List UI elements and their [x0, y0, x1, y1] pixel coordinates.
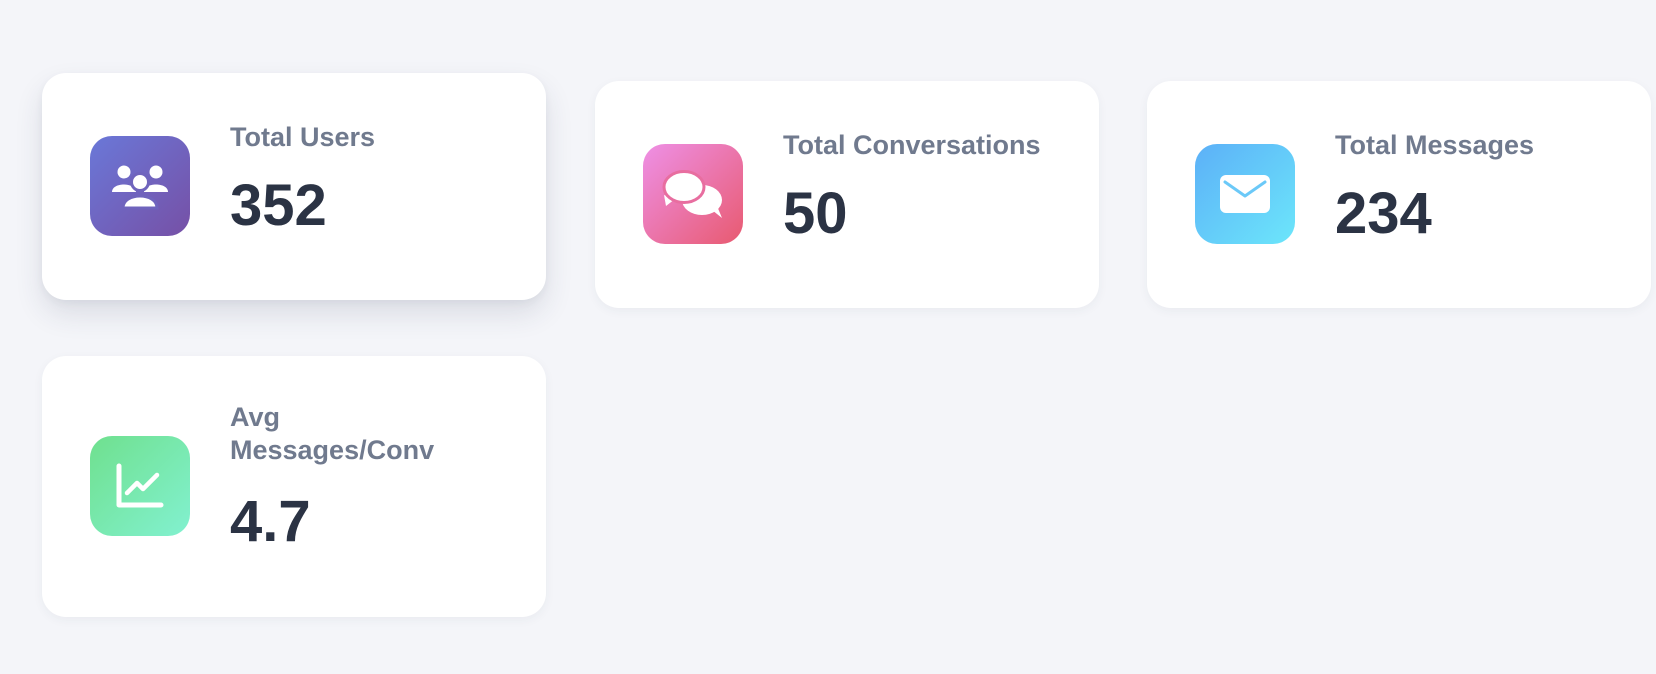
envelope-icon [1195, 144, 1295, 244]
stat-card-total-users: Total Users 352 [42, 73, 546, 300]
stat-label: Avg Messages/Conv [230, 402, 435, 465]
stat-card-total-conversations: Total Conversations 50 [595, 81, 1099, 308]
stat-value: 234 [1335, 181, 1432, 246]
stat-value: 4.7 [230, 489, 311, 554]
users-icon [90, 136, 190, 236]
stat-value: 352 [230, 173, 327, 238]
stat-label: Total Messages [1335, 130, 1535, 160]
line-chart-icon [90, 436, 190, 536]
stat-card-total-messages: Total Messages 234 [1147, 81, 1651, 308]
chat-bubbles-icon [643, 144, 743, 244]
stat-card-avg-messages: Avg Messages/Conv 4.7 [42, 356, 546, 617]
stat-label: Total Users [230, 122, 376, 152]
stat-value: 50 [783, 181, 848, 246]
stat-label: Total Conversations [783, 130, 1041, 160]
